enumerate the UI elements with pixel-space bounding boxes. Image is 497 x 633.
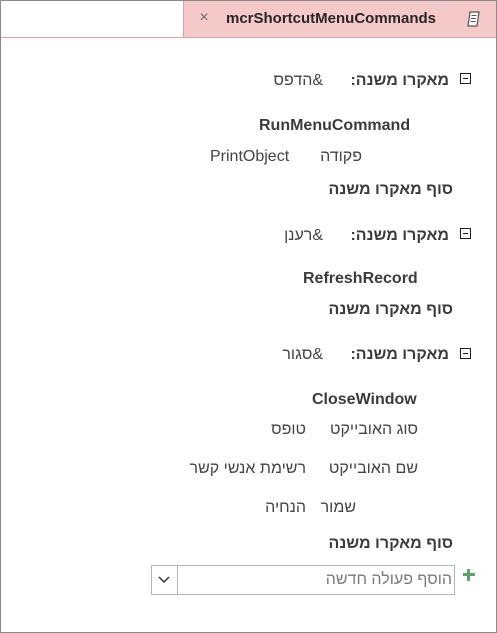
submacro-3-arg-1-value[interactable]: טופס <box>271 420 306 440</box>
collapse-submacro-1-button[interactable] <box>460 73 471 84</box>
submacro-1-arg-1-label: פקודה <box>320 148 362 165</box>
submacro-2-header-label: מאקרו משנה: <box>350 227 449 244</box>
collapse-submacro-3-button[interactable] <box>460 348 471 359</box>
submacro-1-end-label: סוף מאקרו משנה <box>328 181 453 198</box>
add-new-action-combobox[interactable] <box>151 565 455 595</box>
submacro-3-name: &סגור <box>282 346 323 363</box>
collapse-submacro-2-button[interactable] <box>460 228 471 239</box>
submacro-3-action[interactable]: CloseWindow <box>312 390 417 410</box>
dropdown-button[interactable] <box>152 566 178 594</box>
submacro-3-arg-3-value[interactable]: הנחיה <box>265 498 306 518</box>
submacro-3-arg-3-label: שמור <box>320 499 356 516</box>
submacro-2-action[interactable]: RefreshRecord <box>303 269 418 289</box>
tab-title: mcrShortcutMenuCommands <box>226 10 437 27</box>
document-tab[interactable]: × mcrShortcutMenuCommands <box>183 1 496 37</box>
close-icon[interactable]: × <box>195 8 213 28</box>
chevron-down-icon <box>158 576 170 584</box>
submacro-3-arg-2-value[interactable]: רשימת אנשי קשר <box>190 459 306 479</box>
document-tab-bar: × mcrShortcutMenuCommands <box>1 1 496 38</box>
submacro-1-action[interactable]: RunMenuCommand <box>259 116 410 136</box>
macro-designer-window: × mcrShortcutMenuCommands מאקרו משנה: &ה… <box>0 0 497 633</box>
submacro-2-end-label: סוף מאקרו משנה <box>328 301 453 318</box>
submacro-3-arg-2-label: שם האובייקט <box>328 460 418 477</box>
add-new-action-input[interactable] <box>178 566 454 594</box>
add-action-plus-icon[interactable] <box>462 568 476 582</box>
submacro-3-header-label: מאקרו משנה: <box>350 346 449 363</box>
submacro-1-arg-1-value[interactable]: PrintObject <box>210 147 289 167</box>
submacro-1-header-label: מאקרו משנה: <box>350 72 449 89</box>
submacro-2-name: &רענן <box>284 227 323 244</box>
submacro-1-name: &הדפס <box>273 72 323 89</box>
submacro-3-end-label: סוף מאקרו משנה <box>328 535 453 552</box>
submacro-3-arg-1-label: סוג האובייקט <box>330 421 418 438</box>
macro-document-icon <box>467 11 480 27</box>
